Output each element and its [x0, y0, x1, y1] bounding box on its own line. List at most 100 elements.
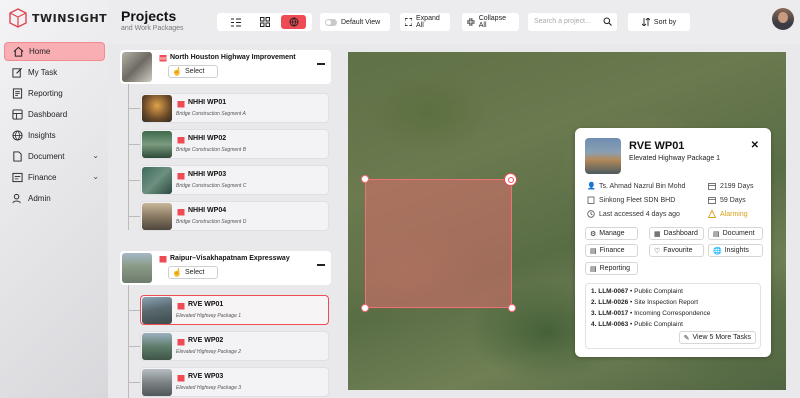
tree-connector: [128, 84, 129, 230]
collapse-icon[interactable]: [317, 264, 325, 266]
work-package-card[interactable]: NHHI WP04 Bridge Construction Segment D: [140, 201, 329, 231]
task-text: • Public Complaint: [630, 288, 683, 295]
sidebar-item-reporting[interactable]: Reporting: [4, 84, 105, 103]
collapse-icon: [467, 18, 475, 26]
work-package-thumbnail: [142, 95, 172, 122]
chevron-down-icon[interactable]: ⌄: [92, 172, 99, 181]
search-input[interactable]: Search a project...: [528, 13, 617, 31]
logo-cube-icon: [9, 8, 27, 28]
reporting-button[interactable]: ▤ Reporting: [585, 262, 638, 275]
task-item[interactable]: 2. LLM-0026 • Site Inspection Report: [591, 299, 698, 306]
work-package-desc: Bridge Construction Segment A: [176, 111, 246, 117]
clock-icon: [587, 210, 595, 218]
grid-view-button[interactable]: [252, 15, 277, 29]
sort-icon: [641, 18, 650, 26]
task-id: LLM-0026: [598, 299, 629, 306]
work-package-card[interactable]: RVE WP02 Elevated Highway Package 2: [140, 331, 329, 361]
tree-connector: [128, 144, 140, 145]
sidebar-item-document[interactable]: Document ⌄: [4, 147, 105, 166]
work-package-card[interactable]: RVE WP01 Elevated Highway Package 1: [140, 295, 329, 325]
view-more-tasks-button[interactable]: ✎ View 5 More Tasks: [678, 331, 756, 344]
work-package-name: NHHI WP03: [188, 171, 227, 178]
select-button[interactable]: ☝ Select: [168, 266, 218, 279]
building-icon: [177, 303, 185, 310]
search-icon[interactable]: [603, 17, 612, 26]
collapse-all-button[interactable]: Collapse All: [462, 13, 519, 31]
dashboard-icon: ▦: [654, 230, 661, 238]
work-package-desc: Elevated Highway Package 1: [176, 313, 242, 319]
popup-subtitle: Elevated Highway Package 1: [629, 155, 721, 162]
work-package-thumbnail: [142, 369, 172, 396]
polygon-vertex[interactable]: [361, 304, 369, 312]
default-view-toggle[interactable]: Default View: [320, 13, 390, 31]
finance-button[interactable]: ▤ Finance: [585, 244, 638, 257]
expand-all-button[interactable]: Expand All: [400, 13, 450, 31]
popup-thumbnail: [585, 138, 621, 174]
task-item[interactable]: 1. LLM-0067 • Public Complaint: [591, 288, 683, 295]
sidebar-item-admin[interactable]: Admin: [4, 189, 105, 208]
collapse-all-label: Collapse All: [478, 15, 506, 29]
sort-label: Sort by: [653, 18, 677, 26]
favourite-button[interactable]: ♡ Favourite: [649, 244, 704, 257]
map-view-button[interactable]: [281, 15, 306, 29]
task-item[interactable]: 3. LLM-0017 • Incoming Correspondence: [591, 310, 710, 317]
task-number: 4.: [591, 321, 597, 328]
site-boundary-polygon[interactable]: [365, 179, 512, 308]
popup-title: RVE WP01: [629, 140, 685, 152]
work-package-name: NHHI WP04: [188, 207, 227, 214]
sidebar-item-insights[interactable]: Insights: [4, 126, 105, 145]
task-id: LLM-0067: [598, 288, 629, 295]
page-subtitle: and Work Packages: [121, 25, 184, 32]
avatar[interactable]: [772, 8, 794, 30]
view-switcher: [217, 13, 312, 31]
sidebar-item-label: Finance: [28, 173, 57, 182]
document-icon: [13, 151, 22, 162]
polygon-vertex[interactable]: [361, 175, 369, 183]
work-package-card[interactable]: RVE WP03 Elevated Highway Package 3: [140, 367, 329, 397]
select-label: Select: [184, 269, 205, 276]
alarm-icon: [708, 210, 716, 218]
sidebar-item-home[interactable]: Home: [4, 42, 105, 61]
project-list: North Houston Highway Improvement ☝ Sele…: [108, 44, 348, 398]
building-icon: [177, 101, 185, 108]
task-list: 1. LLM-0067 • Public Complaint 2. LLM-00…: [585, 283, 761, 349]
sidebar-item-finance[interactable]: Finance ⌄: [4, 168, 105, 187]
insights-button[interactable]: 🌐 Insights: [708, 244, 763, 257]
building-icon: [177, 173, 185, 180]
sort-button[interactable]: Sort by: [628, 13, 690, 31]
hand-pointer-icon: ☝: [172, 67, 182, 76]
work-package-card[interactable]: NHHI WP03 Bridge Construction Segment C: [140, 165, 329, 195]
edit-icon: ✎: [683, 334, 690, 342]
project-card[interactable]: Raipur–Visakhapatnam Expressway ☝ Select: [120, 251, 331, 285]
dashboard-button[interactable]: ▦ Dashboard: [649, 227, 704, 240]
work-package-desc: Bridge Construction Segment D: [176, 219, 247, 225]
total-days: 2199 Days: [720, 182, 754, 190]
sidebar-item-dashboard[interactable]: Dashboard: [4, 105, 105, 124]
toggle-switch[interactable]: [325, 18, 337, 26]
sidebar-item-my-task[interactable]: My Task: [4, 63, 105, 82]
tree-connector: [128, 216, 140, 217]
work-package-thumbnail: [142, 333, 172, 360]
dashboard-label: Dashboard: [663, 230, 698, 237]
close-icon[interactable]: ✕: [751, 140, 759, 151]
polygon-vertex[interactable]: [508, 304, 516, 312]
location-pin-icon[interactable]: [504, 173, 517, 186]
project-card[interactable]: North Houston Highway Improvement ☝ Sele…: [120, 50, 331, 84]
home-icon: [13, 46, 24, 57]
calendar-icon: [708, 197, 716, 204]
reporting-label: Reporting: [599, 265, 630, 272]
collapse-icon[interactable]: [317, 63, 325, 65]
work-package-card[interactable]: NHHI WP01 Bridge Construction Segment A: [140, 93, 329, 123]
task-item[interactable]: 4. LLM-0063 • Public Complaint: [591, 321, 683, 328]
app-logo[interactable]: TWINSIGHTS: [8, 8, 116, 28]
select-button[interactable]: ☝ Select: [168, 65, 218, 78]
page-header: Projects and Work Packages Default View …: [108, 0, 800, 44]
list-view-button[interactable]: [223, 15, 248, 29]
document-icon: ▤: [713, 230, 720, 238]
document-button[interactable]: ▤ Document: [708, 227, 763, 240]
manage-button[interactable]: ⚙ Manage: [585, 227, 638, 240]
expand-icon: [405, 18, 413, 26]
chevron-down-icon[interactable]: ⌄: [92, 151, 99, 160]
tree-connector: [128, 346, 140, 347]
work-package-card[interactable]: NHHI WP02 Bridge Construction Segment B: [140, 129, 329, 159]
